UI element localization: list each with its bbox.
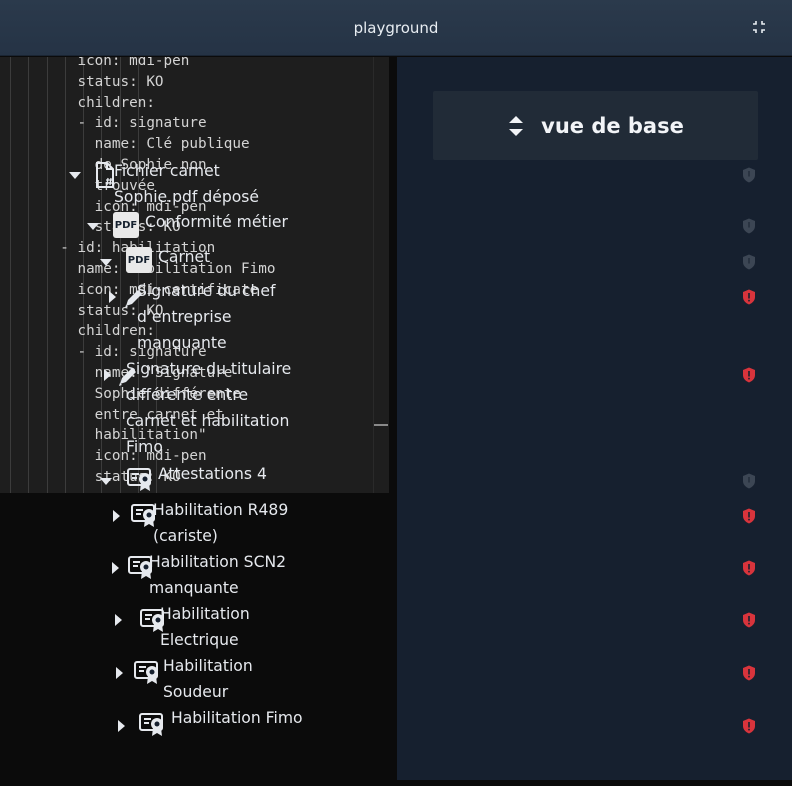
caret-down-icon[interactable]	[68, 168, 82, 182]
panel-bottom-edge	[397, 780, 792, 786]
certificate-icon	[139, 713, 163, 736]
shield-alert-icon	[743, 560, 755, 576]
window-title: playground	[353, 18, 439, 37]
pdf-icon: PDF	[126, 247, 152, 273]
certificate-icon	[134, 661, 158, 684]
tree-node-label: Conformité métier	[145, 209, 288, 235]
tree-node-label-line: manquante	[149, 579, 239, 597]
caret-right-icon[interactable]	[108, 561, 122, 575]
tree-node-label-line: Signature du titulaire	[126, 360, 292, 378]
caret-down-icon[interactable]	[99, 474, 113, 488]
code-line: children:	[0, 94, 155, 111]
shield-alert-icon	[743, 367, 755, 383]
tree-node-label: Fichier carnet Sophie.pdf déposé	[114, 158, 259, 210]
tree-panel: vue de base Fichier carnet Sophie.pdf dép…	[69, 57, 792, 780]
tree-node-label: Signature du titulaire différente entre ca…	[126, 356, 291, 460]
caret-right-icon[interactable]	[105, 290, 119, 304]
tree-node-label-line: Habilitation R489	[153, 501, 289, 519]
shield-icon	[743, 473, 755, 489]
code-line: name: Clé publique	[0, 136, 250, 153]
tree-node-label: Signature du chef d’entreprise manquante	[137, 278, 275, 356]
tree-node-label-line: Soudeur	[163, 683, 229, 701]
tree-node-label-line: Fichier carnet	[114, 162, 220, 180]
tree-node-label: Habilitation Soudeur	[163, 653, 253, 705]
tree-node-label-line: carnet et habilitation	[126, 412, 290, 430]
caret-right-icon[interactable]	[112, 666, 126, 680]
shield-alert-icon	[743, 718, 755, 734]
expand-icon[interactable]	[752, 20, 766, 34]
tree-node-label-line: Habilitation	[160, 605, 250, 623]
shield-icon	[743, 218, 755, 234]
shield-icon	[743, 167, 755, 183]
tree-node-label-line: Habilitation Fimo	[171, 709, 303, 727]
status-tree: Fichier carnet Sophie.pdf déposé PDF Confor…	[69, 57, 792, 780]
caret-right-icon[interactable]	[114, 719, 128, 733]
code-line: - id: signature	[0, 115, 207, 132]
code-line: status: KO	[0, 73, 164, 90]
tree-node-label-line: (cariste)	[153, 527, 218, 545]
editor-scrollbar-track	[373, 57, 374, 493]
tree-node-label: Attestations 4	[158, 461, 267, 487]
tree-node-label-line: différente entre	[126, 386, 249, 404]
tree-node-label-line: Sophie.pdf déposé	[114, 188, 259, 206]
window-titlebar: playground	[0, 0, 792, 56]
tree-node-label-line: manquante	[137, 334, 227, 352]
tree-node-label: Habilitation SCN2 manquante	[149, 549, 286, 601]
pdf-icon: PDF	[113, 212, 139, 238]
tree-node-label-line: Habilitation SCN2	[149, 553, 287, 571]
tree-node-label: Habilitation Electrique	[160, 601, 250, 653]
caret-right-icon[interactable]	[109, 509, 123, 523]
editor-scroll-marker[interactable]	[374, 424, 388, 426]
tree-node-label: Carnet	[158, 244, 210, 270]
tree-node-label-line: Conformité métier	[145, 213, 288, 231]
shield-alert-icon	[743, 612, 755, 628]
shield-alert-icon	[743, 665, 755, 681]
tree-node-label-line: d’entreprise	[137, 308, 232, 326]
shield-alert-icon	[743, 508, 755, 524]
shield-alert-icon	[743, 289, 755, 305]
tree-node-label-line: Attestations 4	[158, 465, 267, 483]
caret-right-icon[interactable]	[100, 368, 114, 382]
shield-icon	[743, 254, 755, 270]
tree-node-label-line: Signature du chef	[137, 282, 276, 300]
caret-down-icon[interactable]	[99, 255, 113, 269]
tree-node-label: Habilitation Fimo	[171, 705, 303, 731]
code-line: icon: mdi-pen	[0, 57, 190, 69]
caret-down-icon[interactable]	[86, 219, 100, 233]
tree-node-label-line: Electrique	[160, 631, 239, 649]
tree-node-label: Habilitation R489 (cariste)	[153, 497, 288, 549]
tree-node-label-line: Carnet	[158, 248, 211, 266]
tree-node-label-line: Habilitation	[163, 657, 253, 675]
tree-node-label-line: Fimo	[126, 438, 163, 456]
certificate-icon	[127, 468, 151, 491]
caret-right-icon[interactable]	[111, 613, 125, 627]
